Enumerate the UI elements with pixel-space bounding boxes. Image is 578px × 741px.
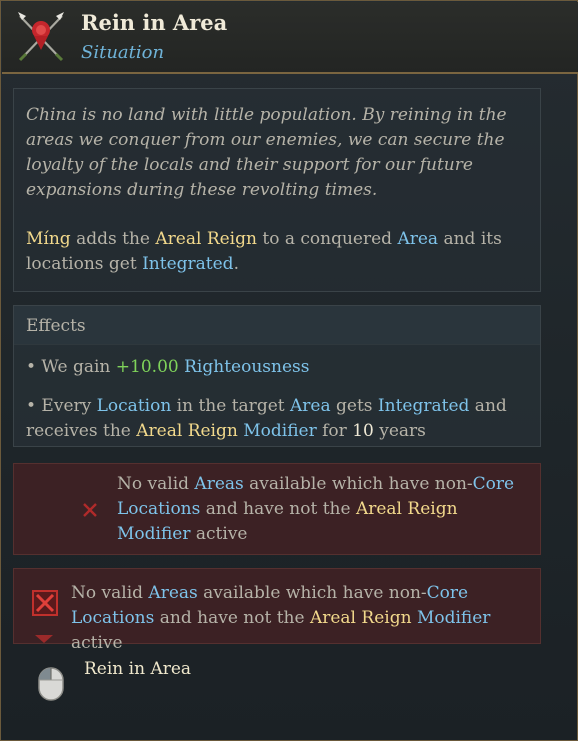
modifier-name-link[interactable]: Areal Reign <box>136 421 238 441</box>
text-fragment: active <box>71 633 123 653</box>
text-fragment: . <box>233 254 239 274</box>
effect-value: +10.00 <box>115 357 179 377</box>
integrated-term-link[interactable]: Integrated <box>142 254 233 274</box>
effect-line-righteousness: • We gain +10.00 Righteousness <box>14 355 540 380</box>
modifier-name-link[interactable]: Areal Reign <box>310 608 412 628</box>
tooltip-subtitle: Situation <box>81 42 165 63</box>
text-fragment: No valid <box>117 474 195 494</box>
areas-term-link[interactable]: Areas <box>194 474 243 494</box>
crossed-spears-seal-icon <box>18 12 64 62</box>
modifier-term-link[interactable]: Modifier <box>243 421 317 441</box>
text-fragment: for <box>316 421 353 441</box>
text-fragment: in the target <box>171 396 290 416</box>
country-name-link[interactable]: Míng <box>26 229 71 249</box>
area-term-link[interactable]: Area <box>290 396 331 416</box>
modifier-term-link[interactable]: Modifier <box>117 524 191 544</box>
duration-value: 10 <box>352 421 374 441</box>
modifier-name-link[interactable]: Areal Reign <box>356 499 458 519</box>
text-fragment: • Every <box>26 396 97 416</box>
action-blocked-panel: No valid Areas available which have non-… <box>13 568 541 653</box>
text-fragment: gets <box>330 396 378 416</box>
tooltip-frame: Rein in Area Situation China is no land … <box>0 0 578 741</box>
righteousness-term-link[interactable]: Righteousness <box>184 357 309 377</box>
requirement-failed-panel: No valid Areas available which have non-… <box>13 463 541 555</box>
area-term-link[interactable]: Area <box>397 229 438 249</box>
text-fragment: available which have non- <box>197 583 427 603</box>
integrated-term-link[interactable]: Integrated <box>378 396 469 416</box>
text-fragment: • We gain <box>26 357 116 377</box>
description-panel: China is no land with little population.… <box>13 88 541 292</box>
location-term-link[interactable]: Location <box>97 396 172 416</box>
effects-panel: Effects • We gain +10.00 Righteousness •… <box>13 305 541 447</box>
flavor-text: China is no land with little population.… <box>26 105 507 200</box>
description-summary: Míng adds the Areal Reign to a conquered… <box>26 227 528 277</box>
mouse-left-click-icon <box>38 667 64 701</box>
areas-term-link[interactable]: Areas <box>148 583 197 603</box>
modifier-name-link[interactable]: Areal Reign <box>155 229 257 249</box>
text-fragment: and have not the <box>154 608 310 628</box>
text-fragment: adds the <box>70 229 156 249</box>
modifier-term-link[interactable]: Modifier <box>417 608 491 628</box>
action-label: Rein in Area <box>84 659 192 679</box>
failed-cross-icon <box>83 503 97 517</box>
text-fragment: and have not the <box>200 499 356 519</box>
pointer-triangle-icon <box>35 635 53 643</box>
effect-line-integration: • Every Location in the target Area gets… <box>14 394 540 444</box>
blocked-reason-text: No valid Areas available which have non-… <box>71 581 541 656</box>
effects-heading: Effects <box>14 306 540 345</box>
text-fragment: No valid <box>71 583 149 603</box>
blocked-action-icon <box>32 590 58 616</box>
text-fragment: available which have non- <box>243 474 473 494</box>
locations-term-link[interactable]: Locations <box>117 499 200 519</box>
text-fragment: years <box>373 421 426 441</box>
requirement-text: No valid Areas available which have non-… <box>117 472 532 547</box>
tooltip-header: Rein in Area Situation <box>2 2 578 74</box>
text-fragment: to a conquered <box>256 229 398 249</box>
text-fragment: active <box>190 524 248 544</box>
core-term-link[interactable]: Core <box>473 474 514 494</box>
tooltip-title: Rein in Area <box>81 10 228 35</box>
